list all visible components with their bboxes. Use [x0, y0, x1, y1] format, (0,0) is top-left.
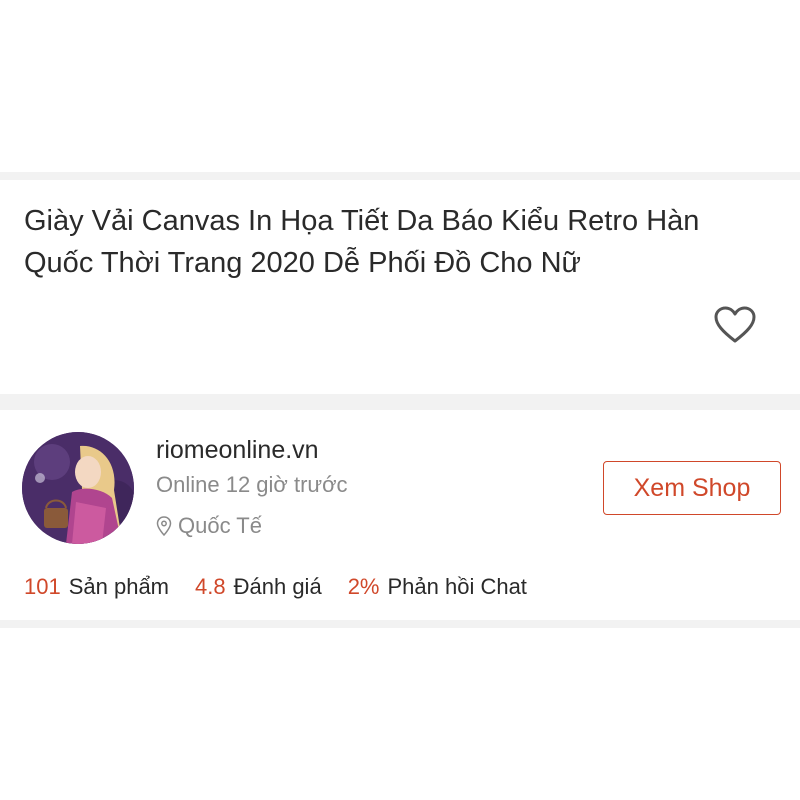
shop-online-status: Online 12 giờ trước [156, 472, 348, 497]
location-pin-icon [156, 516, 172, 536]
bottom-blank-area [0, 628, 800, 800]
shop-stats: 101 Sản phẩm 4.8 Đánh giá 2% Phản hồi Ch… [24, 574, 527, 600]
stat-products: 101 Sản phẩm [24, 574, 169, 600]
shop-location-text: Quốc Tế [178, 513, 262, 538]
section-divider [0, 620, 800, 628]
shop-avatar[interactable] [22, 432, 134, 544]
rating-value: 4.8 [195, 574, 226, 599]
section-divider [0, 172, 800, 180]
product-title-section: Giày Vải Canvas In Họa Tiết Da Báo Kiểu … [0, 180, 800, 394]
shop-name[interactable]: riomeonline.vn [156, 436, 319, 465]
shop-location: Quốc Tế [156, 513, 262, 539]
product-title: Giày Vải Canvas In Họa Tiết Da Báo Kiểu … [24, 205, 700, 279]
stat-rating: 4.8 Đánh giá [195, 574, 322, 600]
chat-response-value: 2% [347, 574, 380, 599]
rating-label: Đánh giá [233, 574, 322, 599]
chat-response-label: Phản hồi Chat [387, 574, 527, 599]
favorite-button[interactable] [712, 302, 758, 348]
products-label: Sản phẩm [68, 574, 170, 599]
section-divider [0, 394, 800, 410]
stat-chat-response: 2% Phản hồi Chat [348, 574, 527, 600]
top-blank-area [0, 0, 800, 172]
products-count: 101 [24, 574, 61, 599]
shop-info-section: riomeonline.vn Online 12 giờ trước Quốc … [0, 410, 800, 620]
view-shop-button[interactable]: Xem Shop [603, 461, 781, 515]
avatar-image [22, 432, 134, 544]
heart-outline-icon [714, 306, 756, 343]
